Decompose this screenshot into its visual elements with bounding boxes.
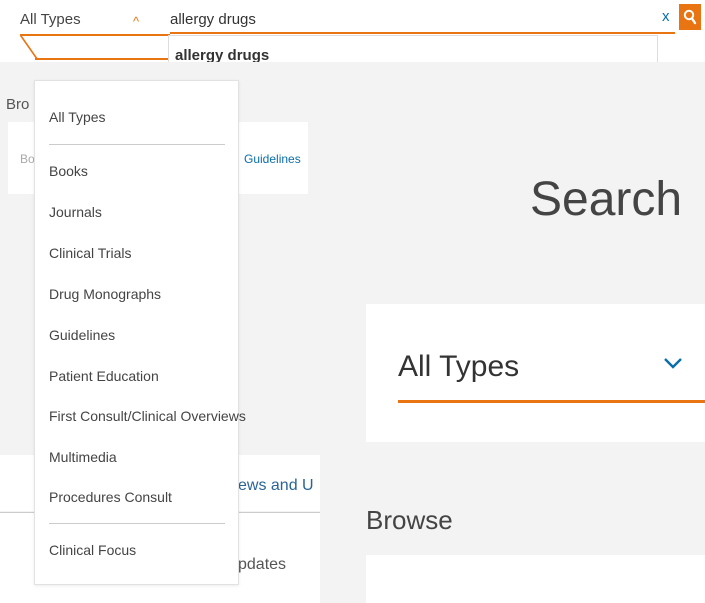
- main-type-select-underline: [398, 400, 705, 403]
- dropdown-item-guidelines[interactable]: Guidelines: [49, 327, 115, 343]
- chevron-up-icon: ^: [133, 14, 140, 29]
- news-and-updates-link[interactable]: ews and U: [238, 477, 314, 495]
- search-input[interactable]: [170, 6, 675, 34]
- browse-card-text: Bo: [20, 152, 35, 166]
- type-select-underline: [20, 34, 170, 36]
- dropdown-divider: [49, 523, 225, 524]
- search-button[interactable]: [679, 4, 701, 30]
- browse-card: [366, 555, 705, 603]
- browse-heading-partial: Bro: [6, 96, 30, 113]
- clear-search-icon[interactable]: x: [662, 8, 670, 25]
- dropdown-item-multimedia[interactable]: Multimedia: [49, 449, 117, 465]
- type-select-base-line: [35, 58, 170, 60]
- dropdown-item-all-types[interactable]: All Types: [49, 109, 106, 125]
- dropdown-item-books[interactable]: Books: [49, 163, 88, 179]
- updates-heading: pdates: [238, 556, 287, 573]
- dropdown-item-procedures-consult[interactable]: Procedures Consult: [49, 489, 172, 505]
- main-type-select-label: All Types: [398, 350, 520, 383]
- dropdown-item-patient-education[interactable]: Patient Education: [49, 368, 159, 384]
- type-select-label: All Types: [20, 11, 81, 28]
- guidelines-link[interactable]: Guidelines: [244, 152, 301, 166]
- dropdown-item-clinical-focus[interactable]: Clinical Focus: [49, 542, 136, 558]
- main-type-select-card[interactable]: All Types: [366, 304, 705, 442]
- dropdown-item-clinical-trials[interactable]: Clinical Trials: [49, 245, 131, 261]
- chevron-down-icon: [664, 358, 682, 369]
- browse-heading: Browse: [366, 505, 453, 535]
- dropdown-item-journals[interactable]: Journals: [49, 204, 102, 220]
- dropdown-item-first-consult[interactable]: First Consult/Clinical Overviews: [49, 408, 246, 424]
- type-select[interactable]: All Types ^: [20, 6, 155, 34]
- dropdown-divider: [49, 144, 225, 145]
- type-dropdown-menu: All Types Books Journals Clinical Trials…: [34, 80, 246, 585]
- dropdown-item-drug-monographs[interactable]: Drug Monographs: [49, 286, 161, 302]
- search-icon: [683, 9, 697, 25]
- page-title: Search: [530, 173, 683, 226]
